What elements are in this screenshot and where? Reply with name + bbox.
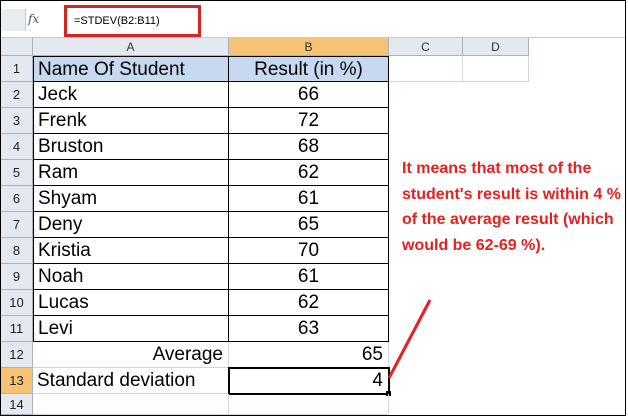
arrow-line	[387, 299, 432, 379]
annotation-note: It means that most of the student's resu…	[402, 160, 621, 254]
